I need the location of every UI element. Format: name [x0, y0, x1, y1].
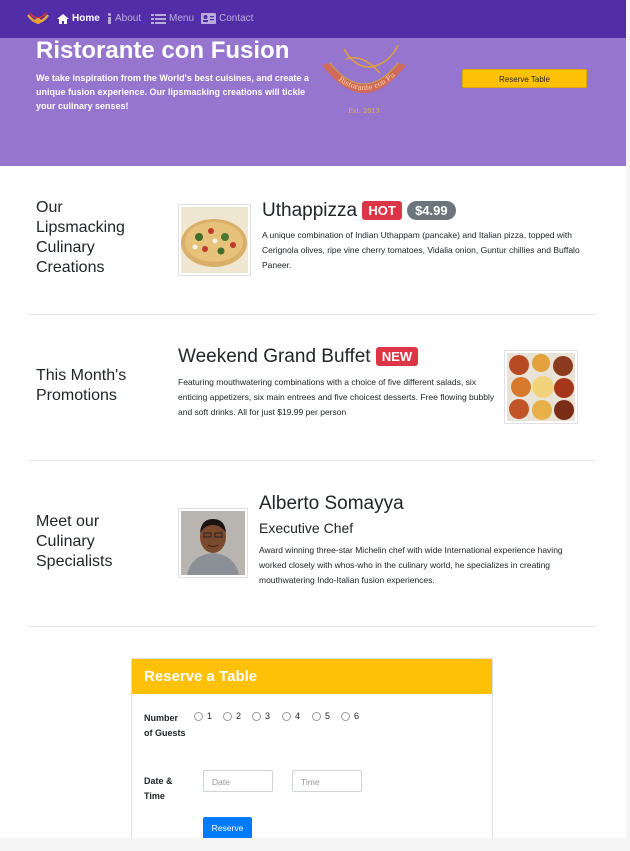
guest-option-4[interactable]: 4 — [282, 711, 300, 721]
guest-option-label: 6 — [354, 711, 360, 721]
jumbotron: Ristorante con Fusion We take inspiratio… — [0, 37, 626, 166]
nav-home[interactable]: Home — [57, 13, 100, 24]
radio-circle[interactable] — [252, 711, 261, 721]
nav-about-label: About — [115, 13, 142, 24]
radio-circle[interactable] — [223, 711, 232, 721]
datetime-label: Date & Time — [144, 776, 173, 801]
restaurant-logo: Ristorante con Fusion Est. 2013 — [318, 43, 406, 115]
reservation-title: Reserve a Table — [144, 668, 258, 685]
guest-option-6[interactable]: 6 — [341, 711, 359, 721]
radio-circle[interactable] — [312, 711, 321, 721]
uthappizza-description: A unique combination of Indian Uthappam … — [262, 230, 580, 270]
radio-circle[interactable] — [282, 711, 291, 721]
reservation-card-header: Reserve a Table — [132, 659, 492, 694]
chef-description: Award winning three-star Michelin chef w… — [259, 545, 563, 585]
section-divider — [28, 314, 596, 315]
chef-name: Alberto Somayya — [259, 493, 404, 514]
guest-option-label: 2 — [236, 711, 242, 721]
buffet-title: Weekend Grand Buffet NEW — [178, 346, 419, 368]
price-badge: $4.99 — [407, 201, 456, 221]
nav-contact[interactable]: Contact — [201, 13, 253, 24]
promotions-heading: This Month's Promotions — [36, 367, 127, 404]
chef-role: Executive Chef — [259, 520, 354, 536]
radio-circle[interactable] — [341, 711, 350, 721]
guest-option-label: 5 — [325, 711, 331, 721]
reserve-submit-button[interactable]: Reserve — [203, 817, 252, 838]
specialists-heading: Meet our Culinary Specialists — [36, 513, 113, 570]
buffet-description: Featuring mouthwatering combinations wit… — [178, 377, 495, 417]
nav-contact-label: Contact — [219, 13, 254, 24]
radio-circle[interactable] — [194, 711, 203, 721]
logo-est-text: Est. 2013 — [348, 107, 379, 115]
guests-label: Number of Guests — [144, 713, 186, 738]
list-icon — [151, 13, 166, 24]
chef-photo — [178, 508, 248, 578]
nav-about[interactable]: About — [107, 13, 141, 24]
guest-option-label: 3 — [265, 711, 271, 721]
guest-option-3[interactable]: 3 — [252, 711, 270, 721]
time-input[interactable]: Time — [292, 770, 362, 792]
nav-menu-label: Menu — [169, 13, 195, 24]
uthappizza-image — [178, 204, 251, 276]
brand-logo[interactable] — [26, 9, 50, 29]
home-icon — [57, 13, 69, 24]
section-divider — [28, 460, 596, 461]
info-icon — [108, 13, 111, 24]
page: Home About Menu Contact Ristorante con F… — [0, 0, 626, 838]
uthappizza-name: Uthappizza — [262, 200, 358, 221]
nav-menu[interactable]: Menu — [151, 13, 194, 24]
hot-badge: HOT — [362, 201, 402, 221]
section-divider — [28, 626, 596, 627]
buffet-name: Weekend Grand Buffet — [178, 346, 371, 367]
guest-option-label: 1 — [207, 711, 213, 721]
jumbotron-title: Ristorante con Fusion — [36, 37, 290, 64]
new-badge: NEW — [375, 347, 419, 367]
uthappizza-title: Uthappizza HOT $4.99 — [262, 200, 456, 222]
guest-option-label: 4 — [295, 711, 301, 721]
buffet-image — [504, 350, 578, 424]
date-input[interactable]: Date — [203, 770, 273, 792]
creations-heading: Our Lipsmacking Culinary Creations — [36, 199, 125, 276]
jumbotron-description: We take inspiration from the World's bes… — [36, 73, 309, 111]
navbar: Home About Menu Contact — [0, 0, 626, 38]
nav-home-label: Home — [72, 13, 100, 24]
reserve-table-button[interactable]: Reserve Table — [462, 69, 587, 88]
reservation-card: Reserve a Table Number of Guests 1 2 3 4… — [131, 658, 493, 838]
address-card-icon — [201, 13, 216, 24]
guest-option-5[interactable]: 5 — [312, 711, 330, 721]
guest-option-2[interactable]: 2 — [223, 711, 241, 721]
guest-option-1[interactable]: 1 — [194, 711, 212, 721]
